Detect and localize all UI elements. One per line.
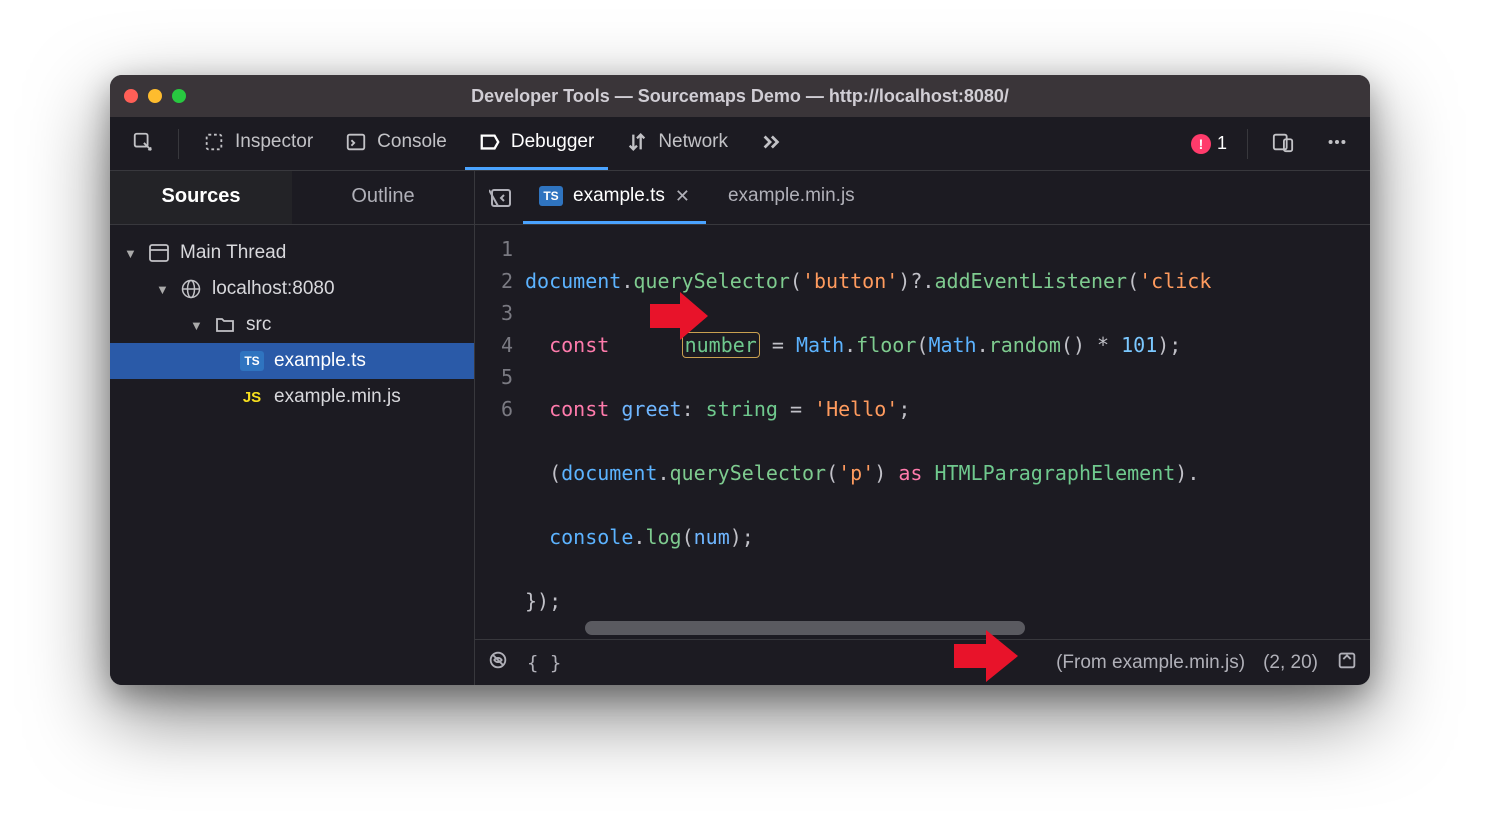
code-content: document.querySelector('button')?.addEve… <box>525 225 1370 639</box>
cursor-position: (2, 20) <box>1263 652 1318 674</box>
error-count-badge[interactable]: ! 1 <box>1181 133 1237 154</box>
window-title: Developer Tools — Sourcemaps Demo — http… <box>110 86 1370 107</box>
tab-label: Network <box>658 131 728 153</box>
blackbox-button[interactable] <box>487 649 509 677</box>
window-icon <box>148 242 170 264</box>
network-icon <box>626 131 648 153</box>
debugger-icon <box>479 131 501 153</box>
element-picker-button[interactable] <box>118 117 168 170</box>
chevron-down-icon: ▼ <box>124 246 138 261</box>
more-options-button[interactable] <box>1312 117 1362 170</box>
devtools-window: Developer Tools — Sourcemaps Demo — http… <box>110 75 1370 685</box>
overflow-tabs-button[interactable] <box>746 117 796 170</box>
chevron-down-icon: ▼ <box>190 318 204 333</box>
close-window-button[interactable] <box>124 89 138 103</box>
sidebar-tab-sources[interactable]: Sources <box>110 171 292 224</box>
maximize-window-button[interactable] <box>172 89 186 103</box>
code-editor[interactable]: 1 2 3 4 5 6 document.querySelector('butt… <box>475 225 1370 639</box>
close-tab-button[interactable]: ✕ <box>675 186 690 207</box>
separator <box>178 129 179 159</box>
folder-icon <box>214 314 236 336</box>
minimize-window-button[interactable] <box>148 89 162 103</box>
tree-label: Main Thread <box>180 242 286 264</box>
window-titlebar: Developer Tools — Sourcemaps Demo — http… <box>110 75 1370 117</box>
pretty-print-button[interactable]: { } <box>527 652 561 674</box>
sourcemap-toggle-button[interactable] <box>1336 649 1358 677</box>
file-tab-example-min-js[interactable]: example.min.js <box>712 171 871 224</box>
panel-collapse-button[interactable] <box>485 182 517 214</box>
tree-label: src <box>246 314 271 336</box>
line-number-gutter: 1 2 3 4 5 6 <box>475 225 525 639</box>
line-number: 6 <box>475 393 513 425</box>
sidebar-tabs: Sources Outline <box>110 171 474 225</box>
line-number: 1 <box>475 233 513 265</box>
responsive-mode-button[interactable] <box>1258 117 1308 170</box>
line-number: 4 <box>475 329 513 361</box>
sources-sidebar: Sources Outline ▼ Main Thread ▼ <box>110 171 475 685</box>
file-tabs: TS example.ts ✕ example.min.js <box>475 171 1370 225</box>
console-icon <box>345 131 367 153</box>
ts-file-icon: TS <box>539 186 563 206</box>
ts-file-icon: TS <box>240 351 264 371</box>
tree-file-example-ts[interactable]: TS example.ts <box>110 343 474 379</box>
tree-label: example.ts <box>274 350 366 372</box>
traffic-lights <box>124 89 186 103</box>
file-tab-example-ts[interactable]: TS example.ts ✕ <box>523 171 706 224</box>
tab-label: Debugger <box>511 131 594 153</box>
tab-console[interactable]: Console <box>331 117 461 170</box>
tree-label: example.min.js <box>274 386 401 408</box>
tree-host[interactable]: ▼ localhost:8080 <box>110 271 474 307</box>
editor-pane: TS example.ts ✕ example.min.js 1 2 3 4 5… <box>475 171 1370 685</box>
devices-icon <box>1272 131 1294 153</box>
chevron-double-right-icon <box>760 131 782 153</box>
tab-inspector[interactable]: Inspector <box>189 117 327 170</box>
tab-label: Sources <box>162 185 241 208</box>
error-icon: ! <box>1191 134 1211 154</box>
sources-tree: ▼ Main Thread ▼ localhost:8080 ▼ <box>110 225 474 425</box>
horizontal-scrollbar[interactable] <box>585 621 1025 635</box>
tab-debugger[interactable]: Debugger <box>465 117 608 170</box>
error-count: 1 <box>1217 133 1227 154</box>
tree-file-example-min-js[interactable]: JS example.min.js <box>110 379 474 415</box>
file-tab-label: example.ts <box>573 185 665 207</box>
tab-label: Outline <box>351 185 414 208</box>
tab-label: Console <box>377 131 447 153</box>
line-number: 2 <box>475 265 513 297</box>
tree-folder-src[interactable]: ▼ src <box>110 307 474 343</box>
tree-label: localhost:8080 <box>212 278 335 300</box>
editor-footer: { } (From example.min.js) (2, 20) <box>475 639 1370 685</box>
inspector-icon <box>203 131 225 153</box>
line-number: 3 <box>475 297 513 329</box>
line-number: 5 <box>475 361 513 393</box>
kebab-icon <box>1326 131 1348 153</box>
chevron-down-icon: ▼ <box>156 282 170 297</box>
tab-network[interactable]: Network <box>612 117 742 170</box>
highlighted-token: number <box>682 332 760 358</box>
tree-main-thread[interactable]: ▼ Main Thread <box>110 235 474 271</box>
globe-icon <box>180 278 202 300</box>
devtools-toolbar: Inspector Console Debugger Network <box>110 117 1370 171</box>
source-map-origin: (From example.min.js) <box>1056 652 1245 674</box>
sidebar-tab-outline[interactable]: Outline <box>292 171 474 224</box>
js-file-icon: JS <box>240 387 264 407</box>
separator <box>1247 129 1248 159</box>
picker-icon <box>132 131 154 153</box>
file-tab-label: example.min.js <box>728 185 855 207</box>
tab-label: Inspector <box>235 131 313 153</box>
